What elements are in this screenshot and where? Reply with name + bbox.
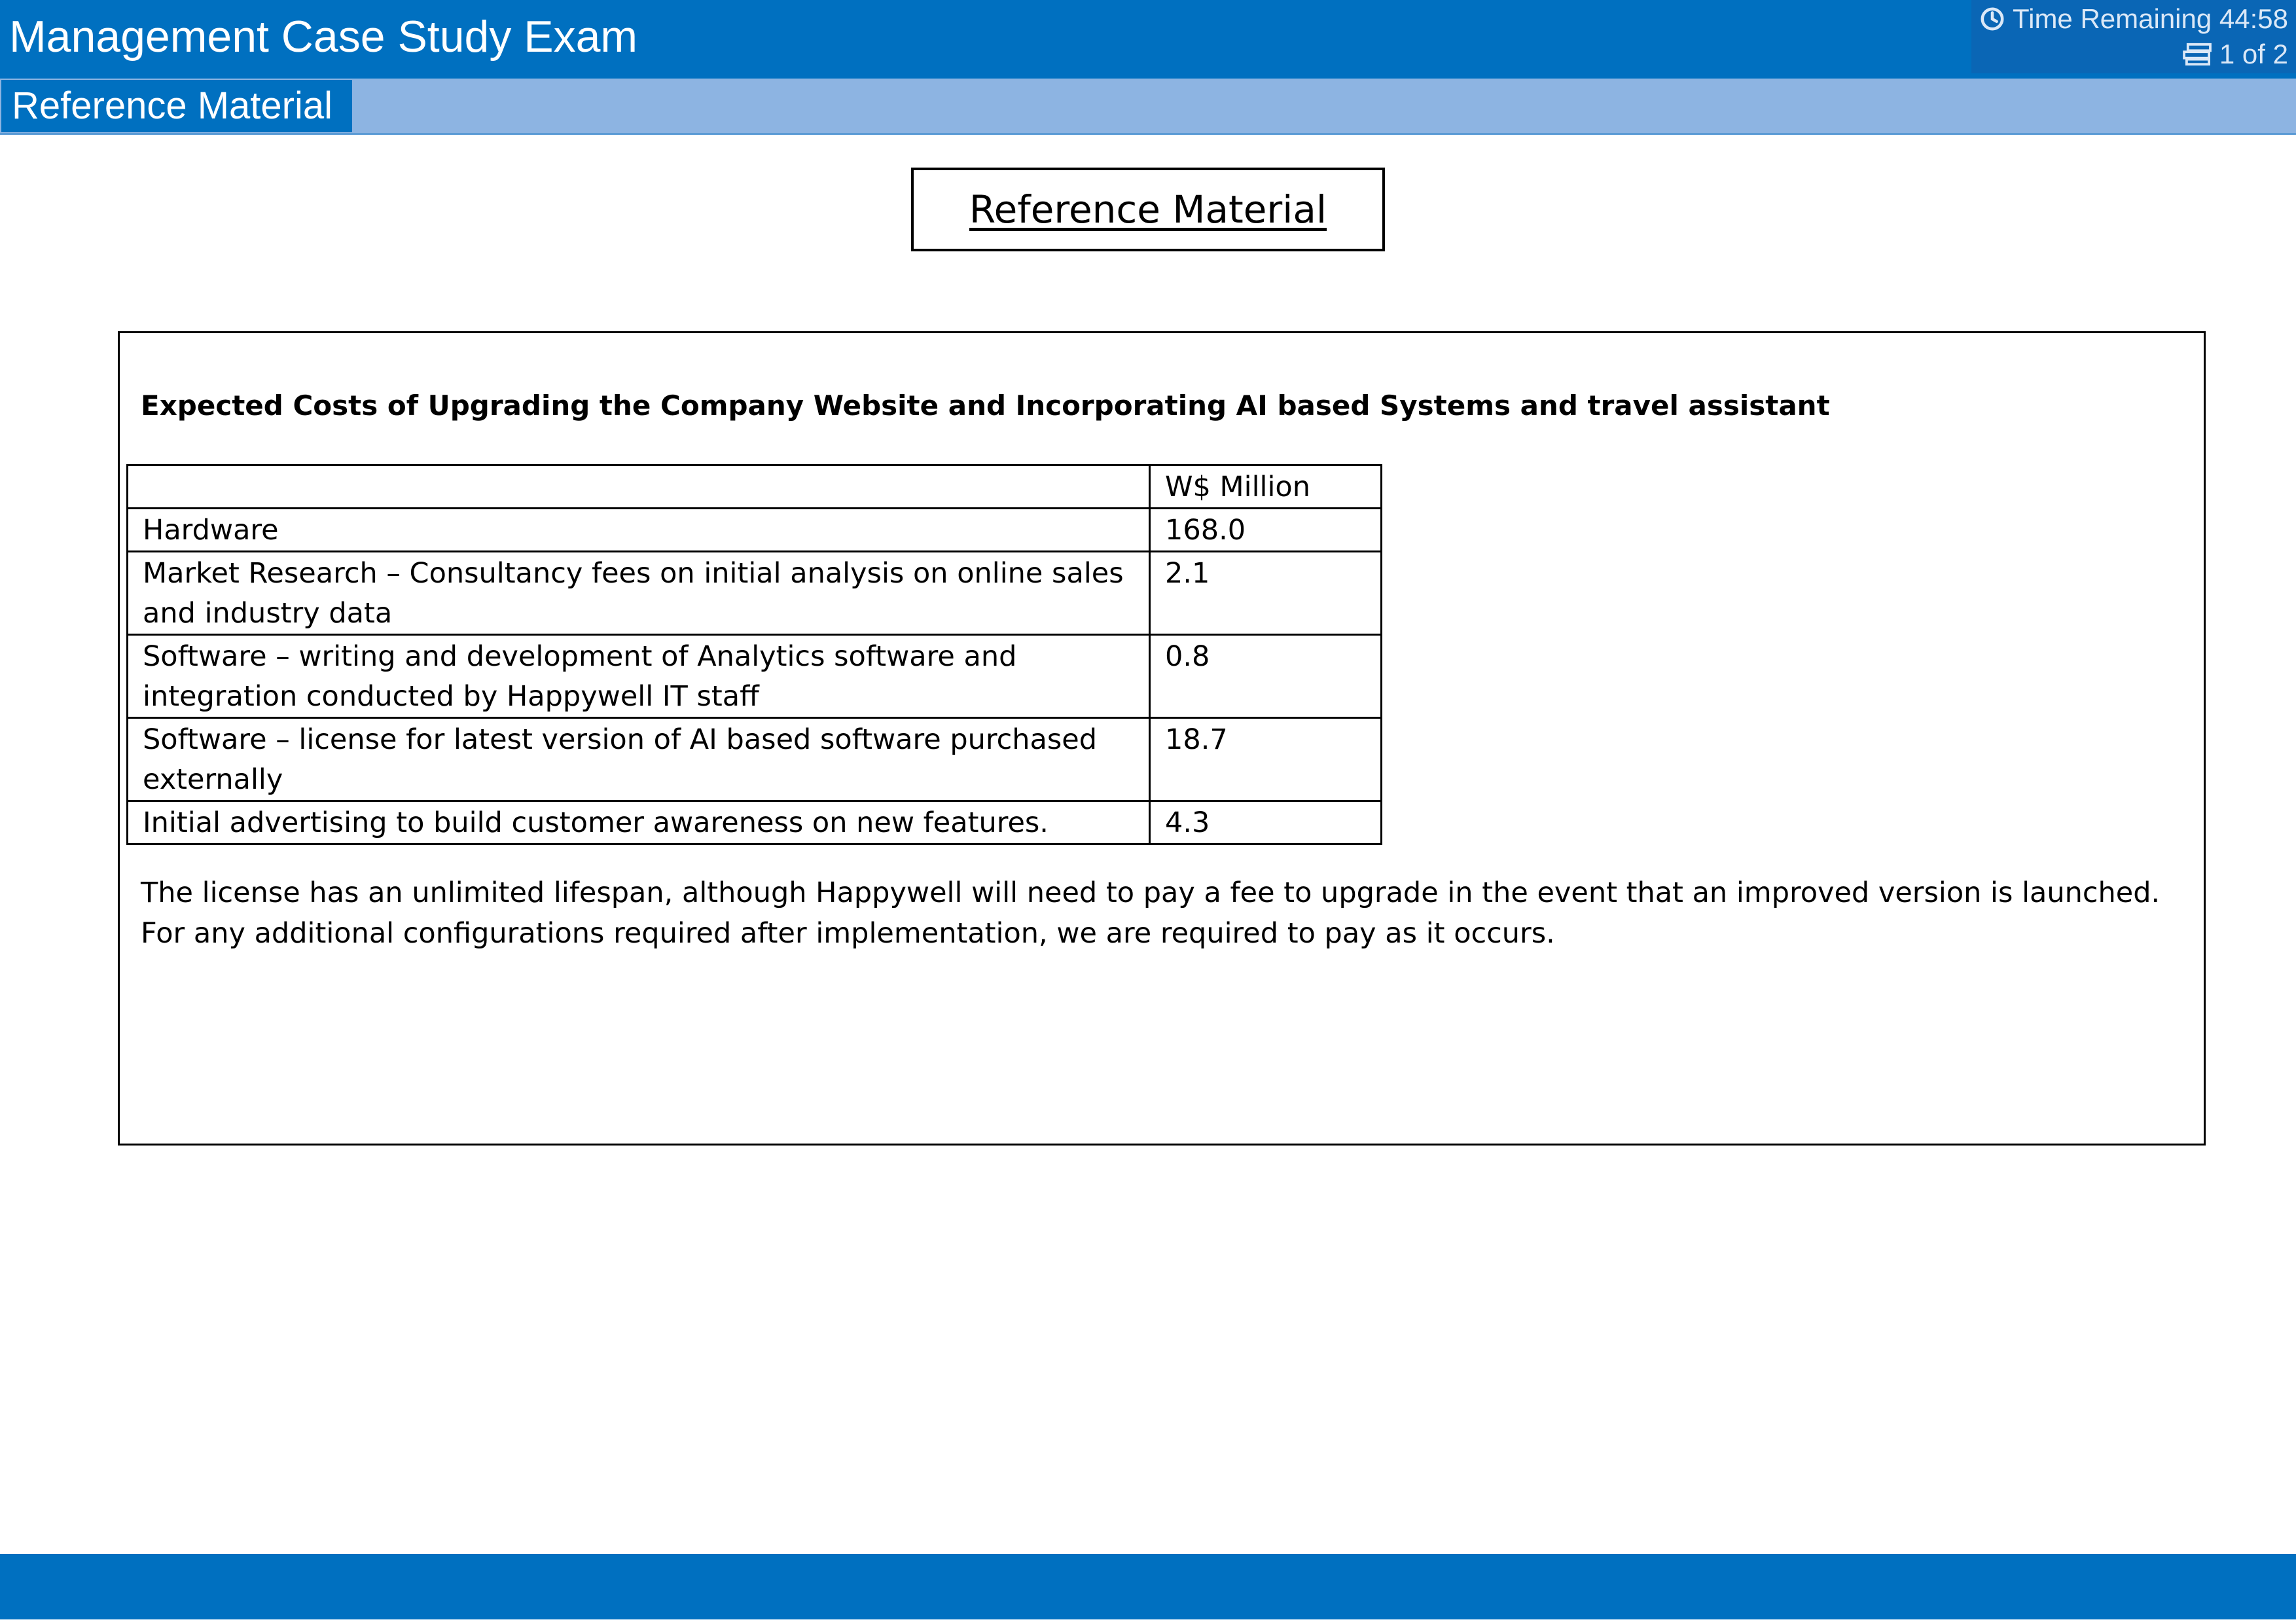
status-panel: Time Remaining 44:58 1 of 2 <box>1971 0 2296 73</box>
cost-table: W$ Million Hardware 168.0 Market Researc… <box>126 464 1382 845</box>
table-row: Initial advertising to build customer aw… <box>126 800 1382 845</box>
timer[interactable]: Time Remaining 44:58 <box>1980 3 2288 34</box>
table-cell-item: Software – writing and development of An… <box>126 634 1151 719</box>
table-row: Software – writing and development of An… <box>126 634 1382 719</box>
table-cell-item: Market Research – Consultancy fees on in… <box>126 550 1151 636</box>
table-row: Hardware 168.0 <box>126 507 1382 552</box>
table-cell-value: 18.7 <box>1149 717 1382 802</box>
table-row: Software – license for latest version of… <box>126 717 1382 802</box>
timer-label: Time Remaining 44:58 <box>2013 3 2288 34</box>
table-header-row: W$ Million <box>126 464 1382 509</box>
tab-strip: Reference Material <box>0 79 2296 135</box>
table-row: Market Research – Consultancy fees on in… <box>126 550 1382 636</box>
tab-reference-material[interactable]: Reference Material <box>1 80 352 132</box>
header-bar: Management Case Study Exam Time Remainin… <box>0 0 2296 79</box>
table-cell-value: 4.3 <box>1149 800 1382 845</box>
reference-title: Reference Material <box>969 187 1327 232</box>
table-cell-item: Hardware <box>126 507 1151 552</box>
footer-bar <box>0 1554 2296 1619</box>
page-indicator[interactable]: 1 of 2 <box>2181 39 2288 69</box>
table-cell-item: Software – license for latest version of… <box>126 717 1151 802</box>
table-header-cell: W$ Million <box>1149 464 1382 509</box>
section-heading: Expected Costs of Upgrading the Company … <box>141 389 1830 422</box>
table-cell-item: Initial advertising to build customer aw… <box>126 800 1151 845</box>
exam-title: Management Case Study Exam <box>9 12 638 62</box>
table-cell-value: 0.8 <box>1149 634 1382 719</box>
table-cell-value: 168.0 <box>1149 507 1382 552</box>
table-cell-value: 2.1 <box>1149 550 1382 636</box>
license-note: The license has an unlimited lifespan, a… <box>141 876 2161 950</box>
reference-content-panel: Expected Costs of Upgrading the Company … <box>118 331 2206 1146</box>
reference-title-box: Reference Material <box>911 168 1385 251</box>
pages-icon <box>2183 43 2212 66</box>
page-indicator-label: 1 of 2 <box>2219 39 2288 69</box>
clock-icon <box>1981 7 2004 31</box>
table-header-cell <box>126 464 1151 509</box>
